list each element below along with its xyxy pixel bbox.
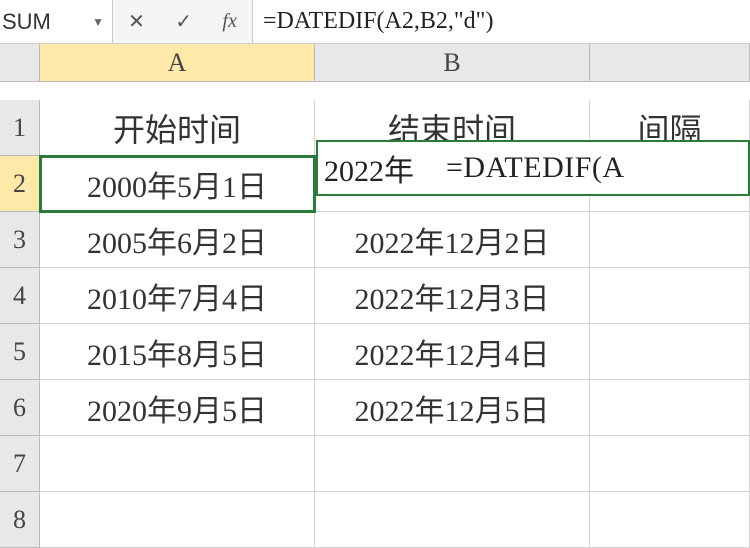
row-header-5[interactable]: 5 [0,324,40,380]
cell-c8[interactable] [590,492,750,548]
row-header-3[interactable]: 3 [0,212,40,268]
cell-edit-overlay[interactable]: 2022年 =DATEDIF(A [316,140,750,196]
cell-a4[interactable]: 2010年7月4日 [40,268,315,324]
cell-c3[interactable] [590,212,750,268]
inline-formula-text: =DATEDIF(A [446,151,625,185]
cell-a3[interactable]: 2005年6月2日 [40,212,315,268]
row-header-2[interactable]: 2 [0,156,40,212]
row-header-4[interactable]: 4 [0,268,40,324]
cell-b4[interactable]: 2022年12月3日 [315,268,590,324]
cell-b7[interactable] [315,436,590,492]
cell-a7[interactable] [40,436,315,492]
col-header-c[interactable] [590,44,750,82]
row-header-8[interactable]: 8 [0,492,40,548]
row-header-6[interactable]: 6 [0,380,40,436]
name-box[interactable]: SUM ▼ [0,0,113,43]
cell-c5[interactable] [590,324,750,380]
formula-bar-row: SUM ▼ ✕ ✓ fx =DATEDIF(A2,B2,"d") [0,0,750,44]
cell-a8[interactable] [40,492,315,548]
cell-c4[interactable] [590,268,750,324]
row-header-7[interactable]: 7 [0,436,40,492]
spreadsheet-grid: A B 1 开始时间 结束时间 间隔 2 2000年5月1日 3 2005年6月… [0,44,750,548]
cell-a5[interactable]: 2015年8月5日 [40,324,315,380]
b2-partial-value: 2022年 [324,146,414,190]
confirm-icon[interactable]: ✓ [169,9,198,34]
cancel-icon[interactable]: ✕ [122,9,151,34]
cell-a2[interactable]: 2000年5月1日 [40,156,315,212]
cell-b5[interactable]: 2022年12月4日 [315,324,590,380]
name-box-text: SUM [2,9,88,35]
col-header-a[interactable]: A [40,44,315,82]
formula-input[interactable]: =DATEDIF(A2,B2,"d") [253,0,750,43]
cell-c6[interactable] [590,380,750,436]
cell-b3[interactable]: 2022年12月2日 [315,212,590,268]
cell-b8[interactable] [315,492,590,548]
col-header-b[interactable]: B [315,44,590,82]
formula-controls: ✕ ✓ fx [113,0,253,43]
row-header-1[interactable]: 1 [0,100,40,156]
cell-a6[interactable]: 2020年9月5日 [40,380,315,436]
chevron-down-icon[interactable]: ▼ [92,15,104,29]
cell-b6[interactable]: 2022年12月5日 [315,380,590,436]
cell-a1[interactable]: 开始时间 [40,100,315,156]
select-all-corner[interactable] [0,44,40,82]
cell-c7[interactable] [590,436,750,492]
fx-icon[interactable]: fx [216,10,242,33]
formula-text: =DATEDIF(A2,B2,"d") [263,8,493,35]
